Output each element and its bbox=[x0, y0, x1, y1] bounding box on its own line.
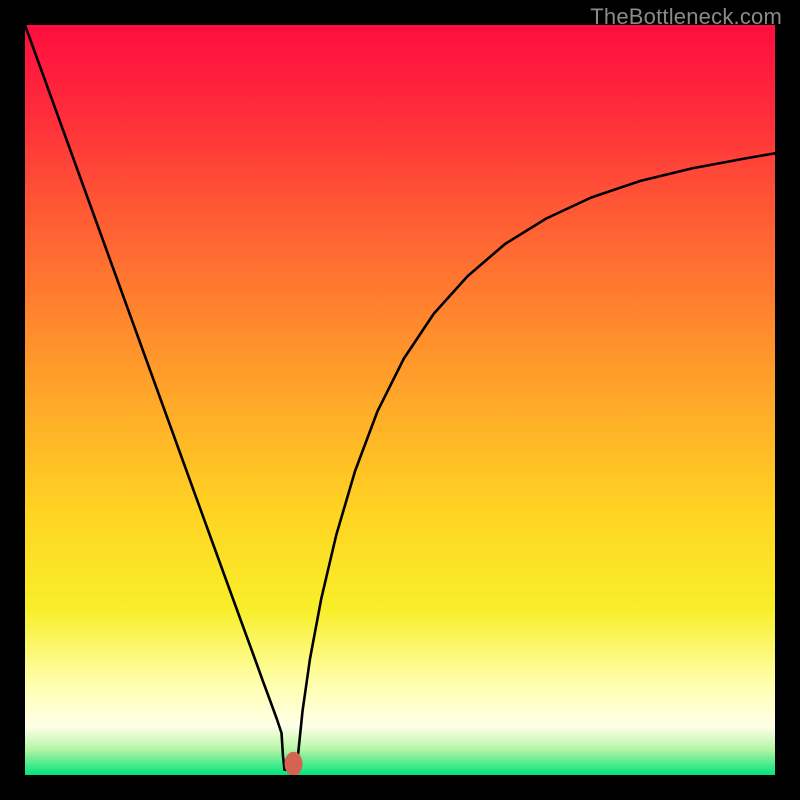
watermark-text: TheBottleneck.com bbox=[590, 4, 782, 30]
chart-background bbox=[25, 25, 775, 775]
chart-frame: TheBottleneck.com bbox=[0, 0, 800, 800]
optimum-marker bbox=[285, 752, 303, 775]
chart-svg bbox=[25, 25, 775, 775]
plot-area bbox=[25, 25, 775, 775]
